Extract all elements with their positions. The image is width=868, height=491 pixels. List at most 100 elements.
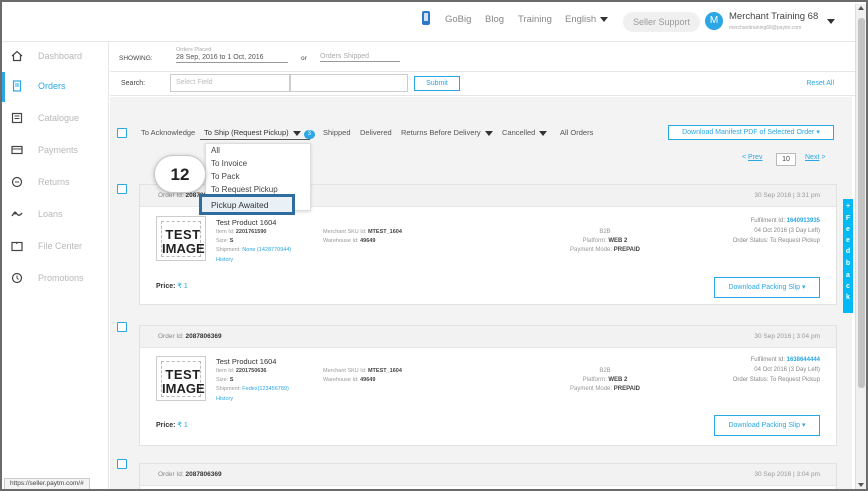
nav-blog[interactable]: Blog bbox=[485, 14, 504, 25]
tab-to-ship-label: To Ship (Request Pickup) bbox=[204, 128, 289, 137]
tab-shipped[interactable]: Shipped bbox=[323, 128, 351, 137]
page-scrollbar[interactable] bbox=[855, 4, 866, 489]
search-input[interactable] bbox=[290, 74, 408, 92]
download-manifest-button[interactable]: Download Manifest PDF of Selected Order … bbox=[668, 125, 834, 140]
tab-to-acknowledge[interactable]: To Acknowledge bbox=[141, 128, 195, 137]
tab-all-orders[interactable]: All Orders bbox=[560, 128, 593, 137]
tutorial-step-badge: 12 bbox=[154, 155, 206, 193]
sidebar-item-payments[interactable]: Payments bbox=[2, 136, 109, 166]
sidebar-item-label: File Center bbox=[38, 241, 83, 251]
search-label: Search: bbox=[121, 80, 146, 87]
shipment-label: Shipment: bbox=[216, 247, 241, 253]
next-page-link[interactable]: Next > bbox=[805, 154, 825, 161]
thumbnail-line-1: TEST bbox=[165, 367, 201, 382]
scrollbar-thumb[interactable] bbox=[858, 18, 865, 388]
feedback-tab[interactable]: + F e e d b a c k bbox=[843, 199, 853, 313]
profile-menu-chevron-icon[interactable] bbox=[827, 19, 835, 24]
page-number-input[interactable]: 10 bbox=[776, 153, 796, 166]
showing-label: SHOWING: bbox=[119, 55, 153, 62]
download-manifest-label: Download Manifest PDF of Selected Order bbox=[682, 129, 815, 136]
orders-shipped-field[interactable]: Orders Shipped bbox=[320, 53, 400, 62]
payment-mode: Payment Mode: PREPAID bbox=[560, 247, 650, 253]
history-row: History bbox=[216, 257, 233, 263]
delivery-type: B2B bbox=[599, 368, 611, 374]
sidebar-item-returns[interactable]: Returns bbox=[2, 168, 109, 198]
download-packing-slip-button[interactable]: Download Packing Slip ▾ bbox=[714, 277, 820, 298]
seller-support-button[interactable]: Seller Support bbox=[623, 12, 700, 32]
returns-icon bbox=[11, 176, 23, 188]
order-checkbox[interactable] bbox=[117, 322, 127, 332]
language-select[interactable]: English bbox=[565, 14, 609, 25]
submit-button[interactable]: Submit bbox=[414, 76, 460, 91]
fulfilment-value: 1640913935 bbox=[786, 218, 820, 224]
payment-label: Payment Mode: bbox=[570, 386, 613, 392]
sidebar-item-orders[interactable]: Orders bbox=[2, 72, 109, 102]
thumbnail-placeholder: TEST IMAGE bbox=[161, 361, 205, 397]
order-id: Order Id: 2087806369 bbox=[158, 333, 222, 340]
history-link[interactable]: History bbox=[216, 257, 233, 263]
warehouse-label: Warehouse Id: bbox=[323, 377, 359, 383]
dropdown-item-to-request-pickup[interactable]: To Request Pickup bbox=[211, 185, 278, 194]
price-value: ₹ 1 bbox=[177, 283, 188, 290]
history-link[interactable]: History bbox=[216, 396, 233, 402]
shipment-info: Shipment: Fedex(123456789) bbox=[216, 386, 289, 392]
item-size: Size: S bbox=[216, 238, 233, 244]
dropdown-item-to-invoice[interactable]: To Invoice bbox=[211, 159, 247, 168]
merchant-sku: Merchant SKU Id: MTEST_1604 bbox=[323, 229, 402, 235]
fulfilment-id: Fulfilment Id: 1640913935 bbox=[751, 218, 820, 224]
sidebar-item-dashboard[interactable]: Dashboard bbox=[2, 42, 109, 72]
dropdown-item-to-pack[interactable]: To Pack bbox=[211, 172, 239, 181]
nav-gobig[interactable]: GoBig bbox=[445, 14, 471, 25]
due-date: 04 Oct 2016 (3 Day Left) bbox=[754, 228, 820, 234]
language-label: English bbox=[565, 14, 597, 25]
scroll-down-arrow-icon[interactable] bbox=[858, 483, 864, 487]
platform-info: Platform: WEB 2 bbox=[560, 238, 650, 244]
mobile-app-icon[interactable] bbox=[422, 11, 430, 25]
thumbnail-line-2: IMAGE bbox=[162, 241, 205, 256]
dropdown-item-pickup-awaited[interactable]: Pickup Awaited bbox=[199, 194, 295, 215]
platform-value: WEB 2 bbox=[608, 377, 628, 383]
avatar[interactable]: M bbox=[705, 12, 723, 30]
tab-to-ship[interactable]: To Ship (Request Pickup) 3 bbox=[204, 128, 315, 139]
item-id: Item Id: 2201761590 bbox=[216, 229, 266, 235]
sidebar-item-promotions[interactable]: Promotions bbox=[2, 264, 109, 294]
sidebar-item-label: Orders bbox=[38, 81, 66, 91]
dropdown-item-all[interactable]: All bbox=[211, 146, 220, 155]
order-card-header: Order Id: 2087806369 30 Sep 2016 | 3:04 … bbox=[140, 326, 836, 348]
sidebar-item-catalogue[interactable]: Catalogue bbox=[2, 104, 109, 134]
order-id-value: 2087806369 bbox=[185, 333, 222, 340]
sidebar: Dashboard Orders Catalogue Payments Retu… bbox=[2, 42, 109, 489]
order-status: Order Status: To Request Pickup bbox=[732, 377, 820, 383]
price-label: Price: bbox=[156, 283, 176, 290]
scroll-up-arrow-icon[interactable] bbox=[858, 6, 864, 10]
loans-icon bbox=[11, 211, 23, 217]
nav-training[interactable]: Training bbox=[518, 14, 552, 25]
shipment-value[interactable]: Fedex(123456789) bbox=[242, 386, 288, 392]
tab-returns-before-delivery[interactable]: Returns Before Delivery bbox=[401, 128, 493, 137]
sidebar-item-loans[interactable]: Loans bbox=[2, 200, 109, 230]
prev-page-link[interactable]: < Prev bbox=[742, 154, 762, 161]
orders-placed-range[interactable]: 28 Sep, 2016 to 1 Oct, 2016 bbox=[176, 54, 288, 63]
reset-all-link[interactable]: Reset All bbox=[806, 80, 834, 87]
delivery-type: B2B bbox=[599, 229, 611, 235]
search-field-select[interactable]: Select Field bbox=[170, 74, 290, 92]
fulfilment-label: Fulfilment Id: bbox=[750, 218, 785, 224]
sidebar-item-label: Loans bbox=[38, 209, 63, 219]
download-packing-slip-button[interactable]: Download Packing Slip ▾ bbox=[714, 415, 820, 436]
feedback-letter: k bbox=[846, 294, 850, 301]
price-label: Price: bbox=[156, 422, 176, 429]
sidebar-item-file-center[interactable]: File Center bbox=[2, 232, 109, 262]
feedback-letter: e bbox=[846, 226, 850, 233]
product-thumbnail: TEST IMAGE bbox=[156, 356, 206, 401]
feedback-letter: e bbox=[846, 237, 850, 244]
order-checkbox[interactable] bbox=[117, 459, 127, 469]
tab-cancelled[interactable]: Cancelled bbox=[502, 128, 548, 137]
size-label: Size: bbox=[216, 238, 229, 244]
select-all-checkbox[interactable] bbox=[117, 128, 127, 138]
warehouse-value: 49649 bbox=[360, 238, 376, 244]
order-checkbox[interactable] bbox=[117, 184, 127, 194]
sidebar-item-label: Dashboard bbox=[38, 51, 83, 61]
shipment-value[interactable]: None (1428770944) bbox=[242, 247, 291, 253]
order-id: Order Id: 2087806369 bbox=[158, 471, 222, 478]
tab-delivered[interactable]: Delivered bbox=[360, 128, 392, 137]
